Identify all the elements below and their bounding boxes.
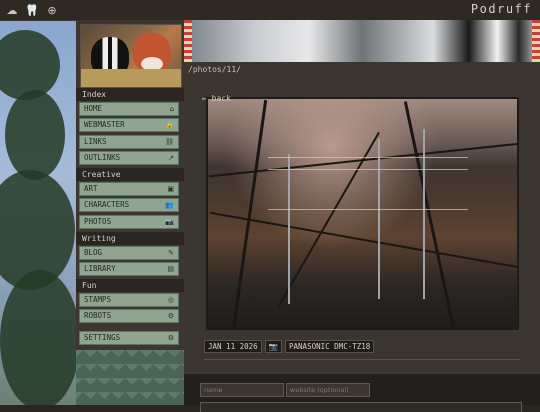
main-content: /photos/11/ ← back JAN 11 2026 📷 PANASON… xyxy=(184,20,540,412)
link-icon: ⛓ xyxy=(165,138,174,146)
robot-icon: ⚙ xyxy=(167,312,174,320)
photo-metadata: JAN 11 2026 📷 PANASONIC DMC-TZ18 xyxy=(204,340,375,353)
back-link[interactable]: ← back xyxy=(202,94,231,103)
top-bar: ☁ 🦷 ⊕ Podruff xyxy=(0,0,540,21)
background-scenery xyxy=(0,20,80,405)
nav-stamps-button[interactable]: STAMPS ◎ xyxy=(79,293,179,307)
divider xyxy=(204,359,520,360)
decorative-pattern xyxy=(76,350,184,405)
nav-outlinks-button[interactable]: OUTLINKS ↗ xyxy=(79,151,179,165)
target-icon[interactable]: ⊕ xyxy=(44,4,60,17)
section-fun: Fun xyxy=(76,279,184,292)
section-creative: Creative xyxy=(76,168,184,181)
image-icon: ▣ xyxy=(167,185,174,193)
home-icon: ⌂ xyxy=(169,105,174,113)
photo xyxy=(206,97,519,330)
nav-art-button[interactable]: ART ▣ xyxy=(79,182,179,196)
site-brand[interactable]: Podruff xyxy=(471,2,532,16)
nav-library-button[interactable]: LIBRARY ▤ xyxy=(79,262,179,276)
comment-textarea[interactable] xyxy=(200,402,522,412)
book-icon: ▤ xyxy=(167,265,174,273)
nav-settings-button[interactable]: SETTINGS ⚙ xyxy=(79,331,179,345)
blog-icon: ✎ xyxy=(168,249,174,257)
nav-characters-button[interactable]: CHARACTERS 👥 xyxy=(79,198,179,212)
cloud-moon-icon[interactable]: ☁ xyxy=(4,4,20,17)
website-input[interactable]: website (optional) xyxy=(286,383,370,397)
external-link-icon: ↗ xyxy=(168,154,174,162)
fox-image xyxy=(133,33,171,73)
nav-robots-button[interactable]: ROBOTS ⚙ xyxy=(79,309,179,323)
nav-home-button[interactable]: HOME ⌂ xyxy=(79,102,179,116)
nav-links-button[interactable]: LINKS ⛓ xyxy=(79,135,179,149)
name-input[interactable]: name xyxy=(200,383,284,397)
camera-icon: 📷 xyxy=(165,218,174,226)
stamp-icon: ◎ xyxy=(167,296,174,304)
camera-icon: 📷 xyxy=(264,340,283,353)
section-index: Index xyxy=(76,88,184,101)
breadcrumb[interactable]: /photos/11/ xyxy=(188,65,241,74)
sidebar: Index HOME ⌂ WEBMASTER 🔒 LINKS ⛓ OUTLINKS ↗ … xyxy=(76,20,184,405)
nav-blog-button[interactable]: BLOG ✎ xyxy=(79,246,179,260)
nav-webmaster-button[interactable]: WEBMASTER 🔒 xyxy=(79,118,179,132)
avatar xyxy=(80,24,182,88)
header-banner xyxy=(184,20,540,62)
tooth-icon[interactable]: 🦷 xyxy=(24,4,40,17)
section-writing: Writing xyxy=(76,232,184,245)
camera-model: PANASONIC DMC-TZ18 xyxy=(285,340,375,353)
nav-photos-button[interactable]: PHOTOS 📷 xyxy=(79,215,179,229)
photo-date: JAN 11 2026 xyxy=(204,340,262,353)
users-icon: 👥 xyxy=(165,201,174,209)
gear-icon: ⚙ xyxy=(167,334,174,342)
lock-icon: 🔒 xyxy=(165,121,174,129)
